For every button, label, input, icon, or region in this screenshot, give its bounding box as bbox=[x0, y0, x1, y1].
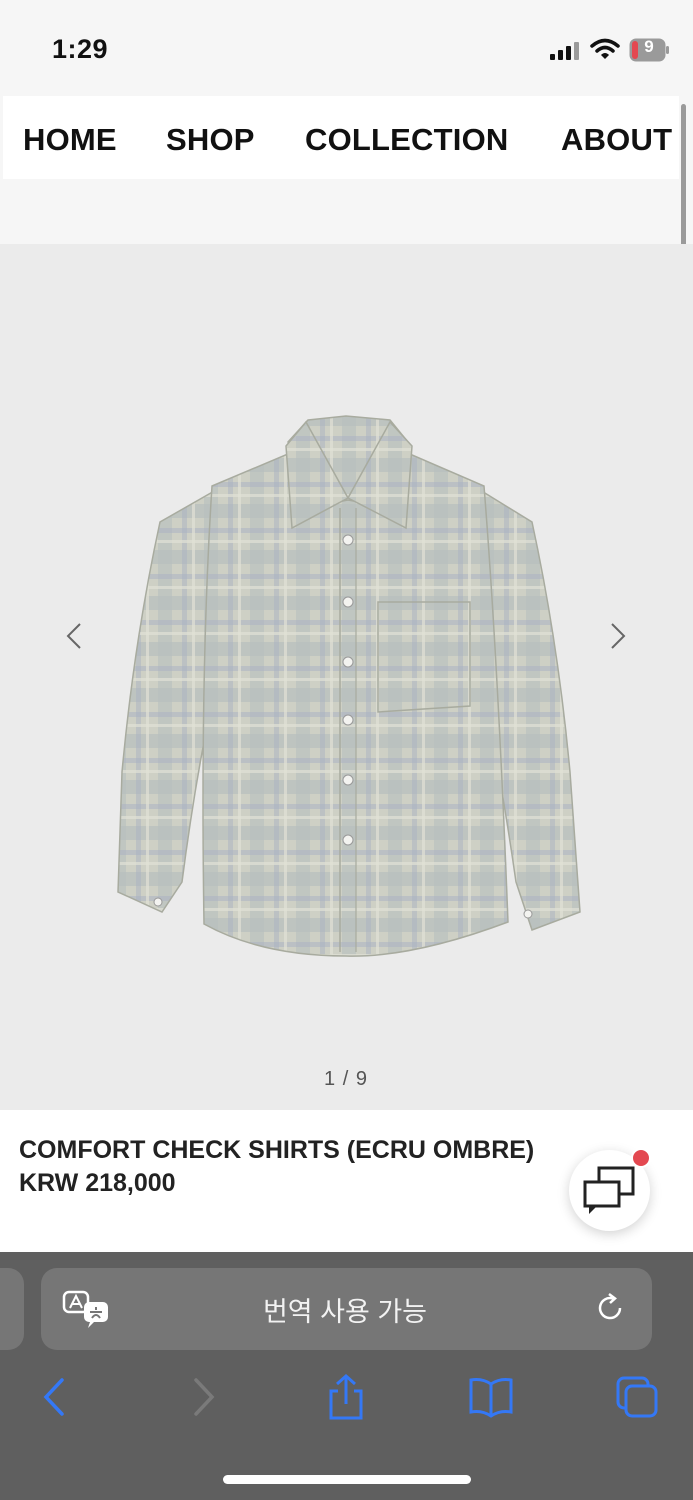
site-nav: HOME SHOP COLLECTION ABOUT bbox=[3, 96, 679, 179]
product-name: COMFORT CHECK SHIRTS (ECRU OMBRE) bbox=[19, 1136, 535, 1164]
cellular-signal-icon bbox=[550, 42, 579, 60]
forward-icon[interactable] bbox=[180, 1374, 226, 1420]
previous-tab-preview[interactable] bbox=[0, 1268, 24, 1350]
reload-icon[interactable] bbox=[595, 1292, 627, 1324]
bookmarks-icon[interactable] bbox=[468, 1374, 514, 1420]
translate-icon[interactable] bbox=[62, 1290, 112, 1330]
wifi-icon bbox=[590, 38, 620, 59]
plaid-shirt-image bbox=[117, 415, 581, 957]
nav-home[interactable]: HOME bbox=[23, 122, 117, 158]
home-indicator[interactable] bbox=[223, 1475, 471, 1484]
gallery-counter: 1 / 9 bbox=[324, 1068, 368, 1090]
nav-about[interactable]: ABOUT bbox=[561, 122, 672, 158]
status-time: 1:29 bbox=[52, 34, 109, 64]
battery-level: 9 bbox=[644, 37, 654, 56]
chat-icon bbox=[583, 1166, 635, 1214]
nav-collection[interactable]: COLLECTION bbox=[305, 122, 509, 158]
back-icon[interactable] bbox=[32, 1374, 78, 1420]
nav-shop[interactable]: SHOP bbox=[166, 122, 255, 158]
tabs-icon[interactable] bbox=[614, 1374, 660, 1420]
gallery-prev-arrow-icon[interactable] bbox=[62, 620, 86, 652]
notification-dot bbox=[631, 1148, 651, 1168]
gallery-next-arrow-icon[interactable] bbox=[606, 620, 630, 652]
product-price: KRW 218,000 bbox=[19, 1169, 176, 1197]
address-text: 번역 사용 가능 bbox=[262, 1297, 428, 1327]
share-icon[interactable] bbox=[323, 1374, 369, 1420]
